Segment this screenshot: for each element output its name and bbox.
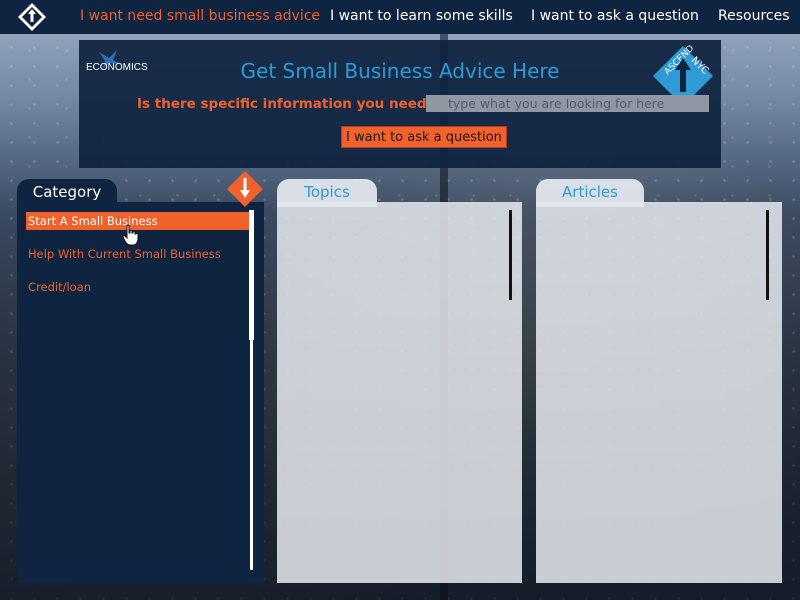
articles-scrollbar[interactable] <box>766 210 769 300</box>
header-panel: ECONOMICS Get Small Business Advice Here… <box>79 40 721 168</box>
articles-panel <box>536 202 782 583</box>
search-input[interactable] <box>426 95 709 112</box>
arrow-down-icon <box>227 171 263 207</box>
category-scroll-thumb[interactable] <box>249 210 254 340</box>
ascend-nyc-logo-icon[interactable] <box>17 2 47 32</box>
nav-learn-skills[interactable]: I want to learn some skills <box>330 8 513 24</box>
nav-ask-question[interactable]: I want to ask a question <box>531 8 699 24</box>
category-panel: Start A Small Business Help With Current… <box>17 202 264 583</box>
topics-scrollbar[interactable] <box>509 210 512 300</box>
category-item-help-current-business[interactable]: Help With Current Small Business <box>26 245 251 263</box>
page-title: Get Small Business Advice Here <box>240 59 560 83</box>
hand-pointer-icon <box>122 224 139 246</box>
category-item-credit-loan[interactable]: Credit/loan <box>26 278 251 296</box>
search-question-label: Is there specific information you need: <box>137 96 432 112</box>
nav-small-business-advice[interactable]: I want need small business advice <box>80 8 320 24</box>
top-nav: I want need small business advice I want… <box>0 0 800 34</box>
ask-question-button[interactable]: I want to ask a question <box>341 126 507 148</box>
topics-panel <box>277 202 522 583</box>
nav-resources[interactable]: Resources <box>718 8 790 24</box>
